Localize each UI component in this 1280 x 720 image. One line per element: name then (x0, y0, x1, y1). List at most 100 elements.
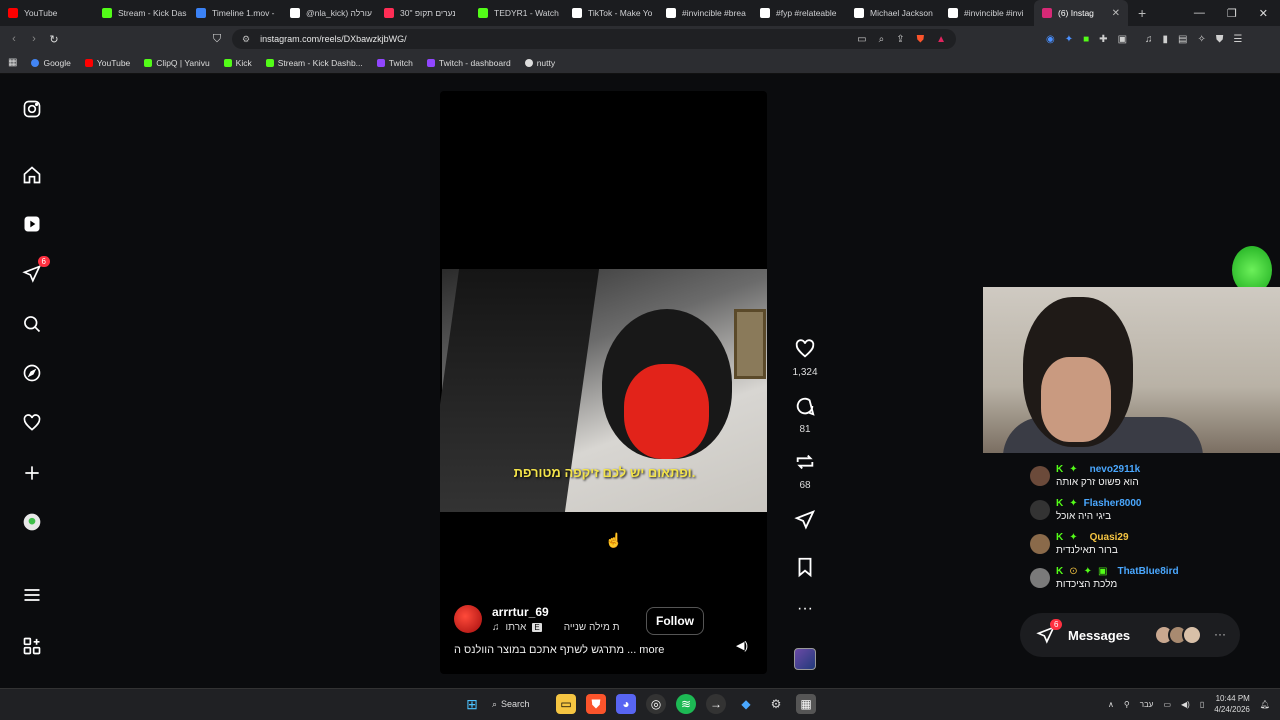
reel-video[interactable]: ופתאום יש לכם זיקפה מטורפת. (440, 269, 767, 512)
tab-title: #invincible #invi (964, 8, 1024, 18)
sidebar-toggle-icon[interactable]: ▮ (1163, 34, 1169, 45)
forward-icon[interactable]: › (24, 33, 44, 45)
menu-icon[interactable]: ☰ (1233, 34, 1242, 45)
chevron-up-icon[interactable]: ∧ (1108, 700, 1114, 709)
create-plus-icon[interactable] (20, 461, 44, 485)
language-indicator[interactable]: עבר (1140, 700, 1154, 709)
reels-icon[interactable] (20, 212, 44, 236)
profile-avatar[interactable] (20, 510, 44, 534)
battery-icon[interactable]: ▯ (1200, 700, 1204, 709)
browser-tab[interactable]: YouTube (0, 0, 94, 26)
browser-tab[interactable]: 30" נערים תקופ (376, 0, 470, 26)
new-tab-button[interactable]: + (1128, 5, 1156, 21)
author-username[interactable]: arrrtur_69 (492, 605, 620, 619)
extension-icon[interactable]: ▣ (1118, 34, 1127, 45)
media-icon[interactable]: ♫ (1145, 34, 1153, 45)
bookmark-page-icon[interactable]: ⛉ (207, 33, 227, 46)
browser-tab[interactable]: #invincible #invi (940, 0, 1034, 26)
obs-icon[interactable]: ◎ (646, 694, 666, 714)
cast-icon[interactable]: ▭ (857, 34, 866, 45)
site-info-icon[interactable]: ⚙ (242, 34, 250, 45)
browser-tab-active[interactable]: (6) Instag ✕ (1034, 0, 1128, 26)
explore-icon[interactable] (20, 361, 44, 385)
search-icon[interactable] (20, 312, 44, 336)
bookmark-item[interactable]: Stream - Kick Dashb... (265, 58, 363, 68)
more-dots-icon[interactable]: ··· (1214, 627, 1226, 641)
spotify-icon[interactable]: ≋ (676, 694, 696, 714)
vpn-icon[interactable]: ⛊ (1216, 34, 1224, 45)
notifications-heart-icon[interactable] (20, 411, 44, 435)
apps-grid-icon[interactable]: ▦ (8, 57, 17, 68)
bookmark-item[interactable]: nutty (524, 58, 555, 68)
also-from-meta-icon[interactable] (20, 634, 44, 658)
volume-tray-icon[interactable]: ◀) (1181, 700, 1190, 709)
minimize-icon[interactable]: — (1194, 7, 1205, 20)
clock[interactable]: 10:44 PM 4/24/2026 (1214, 693, 1250, 715)
reel-player[interactable]: ופתאום יש לכם זיקפה מטורפת. arrrtur_69 ♫… (440, 91, 767, 674)
url-field[interactable]: ⚙ instagram.com/reels/DXbawzkjbWG/ ▭ ⌕ ⇪… (232, 29, 956, 49)
bookmark-label: Twitch (388, 57, 413, 68)
volume-icon[interactable]: ◀) (732, 639, 752, 659)
taskbar-search[interactable]: ⌕ Search (492, 699, 546, 710)
brave-rewards-icon[interactable]: ▲ (936, 34, 946, 45)
save-action[interactable] (790, 556, 820, 583)
app-icon[interactable]: → (706, 694, 726, 714)
extensions-puzzle-icon[interactable]: ✚ (1099, 34, 1107, 45)
share-icon[interactable]: ⇪ (896, 34, 904, 45)
bookmark-item[interactable]: Twitch - dashboard (426, 58, 511, 68)
leo-icon[interactable]: ✧ (1197, 34, 1205, 45)
app-icon[interactable]: ◆ (736, 694, 756, 714)
instagram-logo-icon[interactable] (20, 97, 44, 121)
display-icon[interactable]: ▭ (1163, 700, 1171, 709)
like-action[interactable]: 1,324 (790, 338, 820, 378)
bookmark-item[interactable]: Twitch (376, 57, 413, 68)
more-menu-icon[interactable] (20, 583, 44, 607)
messages-pill[interactable]: 6 Messages ··· (1020, 613, 1240, 657)
discord-icon[interactable]: ◕ (616, 694, 636, 714)
share-action[interactable] (790, 509, 820, 536)
comment-action[interactable]: 81 (790, 395, 820, 435)
settings-icon[interactable]: ⚙ (766, 694, 786, 714)
kick-icon (223, 58, 232, 67)
notification-bell-icon[interactable]: 🔔︎ (1260, 700, 1270, 709)
extension-icon[interactable]: ■ (1083, 34, 1089, 45)
restore-icon[interactable]: ❐ (1227, 7, 1237, 20)
browser-tab[interactable]: Michael Jackson (846, 0, 940, 26)
browser-tab[interactable]: Stream - Kick Das (94, 0, 188, 26)
browser-tab[interactable]: #fyp #relateable (752, 0, 846, 26)
zoom-icon[interactable]: ⌕ (879, 34, 885, 45)
browser-tab[interactable]: TikTok - Make Yo (564, 0, 658, 26)
brave-shield-icon[interactable]: ⛊ (917, 34, 925, 45)
close-window-icon[interactable]: ✕ (1259, 7, 1268, 20)
more-options-icon[interactable]: ··· (790, 600, 820, 618)
extension-icon[interactable]: ✦ (1065, 34, 1073, 45)
gift-badge-icon: ⊙ (1069, 566, 1078, 577)
bookmark-item[interactable]: Google (31, 58, 71, 68)
browser-tab[interactable]: #invincible #brea (658, 0, 752, 26)
start-windows-icon[interactable]: ⊞ (462, 694, 482, 714)
bookmark-item[interactable]: YouTube (84, 58, 130, 68)
bookmark-item[interactable]: ClipQ | Yanivu (144, 58, 210, 68)
home-icon[interactable] (20, 163, 44, 187)
brave-browser-icon[interactable]: ⛊ (586, 694, 606, 714)
author-avatar[interactable] (454, 605, 482, 633)
back-icon[interactable]: ‹ (4, 33, 24, 45)
browser-tab[interactable]: TEDYR1 - Watch (470, 0, 564, 26)
microphone-icon[interactable]: ⚲ (1124, 700, 1130, 709)
file-explorer-icon[interactable]: ▭ (556, 694, 576, 714)
extension-icon[interactable]: ◉ (1046, 34, 1055, 45)
messages-badge: 6 (1050, 619, 1063, 630)
audio-info[interactable]: ♫ ארתו E ת מילה שנייה (492, 622, 620, 633)
close-tab-icon[interactable]: ✕ (1112, 8, 1120, 19)
browser-tab[interactable]: @nla_kick) עורלה (282, 0, 376, 26)
bookmark-item[interactable]: Kick (223, 58, 252, 68)
follow-button[interactable]: Follow (646, 607, 704, 635)
repost-action[interactable]: 68 (790, 451, 820, 491)
audio-thumbnail[interactable] (794, 648, 816, 670)
browser-tab[interactable]: Timeline 1.mov - (188, 0, 282, 26)
reel-caption[interactable]: מתרגש לשתף אתכם במוצר הוולנס ה ... more (454, 644, 664, 656)
messages-nav-icon[interactable]: 6 (20, 256, 50, 286)
wallet-icon[interactable]: ▤ (1178, 34, 1187, 45)
reload-icon[interactable]: ↻ (44, 33, 64, 46)
calculator-icon[interactable]: ▦ (796, 694, 816, 714)
